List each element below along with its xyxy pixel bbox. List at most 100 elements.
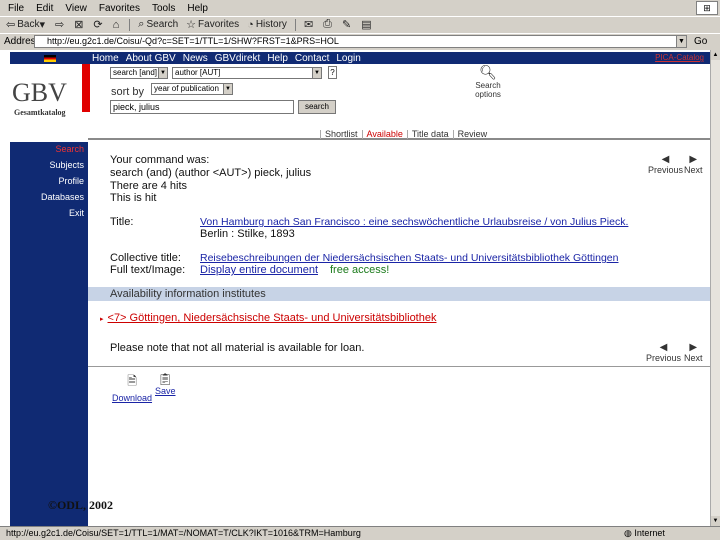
logo-red-bar — [82, 64, 90, 112]
pica-catalog-link[interactable]: PICA-Catalog — [655, 53, 704, 62]
edit-button[interactable]: ✎ — [342, 18, 353, 31]
menu-help[interactable]: Help — [187, 3, 208, 14]
go-button[interactable]: Go — [694, 36, 707, 47]
collective-title-label: Collective title: — [110, 252, 181, 264]
fulltext-label: Full text/Image: — [110, 264, 186, 276]
free-access-label: free access! — [330, 264, 390, 276]
triangle-right-icon: ▸ — [100, 316, 104, 323]
tab-review[interactable]: Review — [452, 130, 492, 139]
site-nav: Home About GBV News GBVdirekt Help Conta… — [92, 52, 368, 64]
download-button[interactable]: 🗎 Download — [112, 372, 152, 403]
browser-menubar: File Edit View Favorites Tools Help ⊞ — [0, 0, 720, 16]
display-document-link[interactable]: Display entire document — [200, 264, 318, 276]
next-button-top[interactable]: ▶ Next — [684, 154, 703, 175]
search-input[interactable]: pieck, julius — [110, 100, 294, 114]
stop-icon: ⊠ — [74, 19, 84, 31]
document-icon: 🗎 — [127, 374, 137, 388]
sidebar-item-profile[interactable]: Profile — [58, 176, 84, 186]
result-tabs: Shortlist Available Title data Review — [320, 130, 491, 139]
next-button-bottom[interactable]: ▶ Next — [684, 342, 703, 363]
title-label: Title: — [110, 216, 134, 228]
triangle-right-icon: ▶ — [689, 154, 698, 165]
collective-title-link[interactable]: Reisebeschreibungen der Niedersächsische… — [200, 252, 619, 264]
help-question-button[interactable]: ? — [328, 66, 337, 79]
command-text: search (and) (author <AUT>) pieck, juliu… — [110, 167, 312, 179]
menu-view[interactable]: View — [65, 3, 87, 14]
scroll-down-icon[interactable]: ▼ — [711, 516, 720, 526]
site-top-bar: Home About GBV News GBVdirekt Help Conta… — [10, 52, 710, 64]
tab-shortlist[interactable]: Shortlist — [320, 130, 362, 139]
tab-title-data[interactable]: Title data — [406, 130, 453, 139]
chevron-down-icon: ▾ — [39, 19, 45, 31]
scroll-up-icon[interactable]: ▲ — [711, 50, 720, 60]
stop-button[interactable]: ⊠ — [74, 18, 85, 31]
home-icon: ⌂ — [112, 18, 120, 31]
previous-button-top[interactable]: ◀ Previous — [648, 154, 683, 175]
nav-help[interactable]: Help — [267, 53, 288, 64]
imprint-text: Berlin : Stilke, 1893 — [200, 228, 295, 240]
search-operator-select[interactable]: search [and] ▼ — [110, 67, 168, 79]
german-flag-icon[interactable] — [44, 55, 56, 62]
search-submit-button[interactable]: search — [298, 100, 336, 114]
favorites-button[interactable]: ☆ Favorites — [186, 18, 239, 31]
sidebar-item-search[interactable]: Search — [55, 144, 84, 154]
sort-label: sort by — [111, 86, 145, 98]
previous-button-bottom[interactable]: ◀ Previous — [646, 342, 681, 363]
nav-gbvdirekt[interactable]: GBVdirekt — [215, 53, 261, 64]
search-button[interactable]: ⌕ Search — [138, 18, 178, 31]
triangle-left-icon: ◀ — [661, 154, 670, 165]
nav-login[interactable]: Login — [336, 53, 360, 64]
search-options-button[interactable]: 🔍︎ Search options — [472, 64, 504, 99]
sort-select[interactable]: year of publication ▼ — [151, 83, 233, 95]
globe-icon: ◍ — [624, 528, 632, 538]
toolbar-separator — [129, 18, 131, 31]
tab-available[interactable]: Available — [361, 130, 407, 139]
search-icon: ⌕ — [138, 18, 145, 30]
page-viewport: Home About GBV News GBVdirekt Help Conta… — [0, 50, 710, 526]
save-button[interactable]: 📋︎ Save — [155, 372, 176, 396]
title-link[interactable]: Von Hamburg nach San Francisco : eine se… — [200, 216, 628, 228]
refresh-icon: ⟳ — [93, 19, 103, 31]
toolbar-separator — [294, 18, 296, 31]
command-label: Your command was: — [110, 154, 210, 166]
magnifier-icon: 🔍︎ — [479, 64, 497, 80]
menu-file[interactable]: File — [8, 3, 24, 14]
search-field-select[interactable]: author [AUT] ▼ — [172, 67, 322, 79]
nav-about[interactable]: About GBV — [126, 53, 176, 64]
holding-link[interactable]: ▸ <7> Göttingen, Niedersächsische Staats-… — [100, 312, 436, 324]
home-button[interactable]: ⌂ — [113, 19, 122, 31]
address-input[interactable]: http://eu.g2c1.de/Coisu/-Qd?c=SET=1/TTL=… — [34, 35, 686, 48]
nav-home[interactable]: Home — [92, 53, 119, 64]
address-bar: Address http://eu.g2c1.de/Coisu/-Qd?c=SE… — [0, 33, 720, 49]
back-arrow-icon: ⇦ — [6, 19, 16, 31]
sidebar-item-exit[interactable]: Exit — [69, 208, 84, 218]
vertical-scrollbar[interactable]: ▲ ▼ — [710, 50, 720, 526]
forward-button[interactable]: ⇨ — [55, 18, 66, 31]
hit-count: There are 4 hits — [110, 180, 188, 192]
back-button[interactable]: ⇦ Back ▾ — [6, 18, 47, 31]
nav-contact[interactable]: Contact — [295, 53, 329, 64]
menu-edit[interactable]: Edit — [36, 3, 53, 14]
refresh-button[interactable]: ⟳ — [93, 18, 104, 31]
this-hit-label: This is hit — [110, 192, 157, 204]
content-divider — [88, 366, 710, 367]
sidebar-item-subjects[interactable]: Subjects — [49, 160, 84, 170]
triangle-left-icon: ◀ — [659, 342, 668, 353]
history-button[interactable]: ◔ History — [247, 19, 287, 31]
nav-news[interactable]: News — [183, 53, 208, 64]
windows-logo-icon: ⊞ — [696, 1, 718, 15]
address-dropdown-button[interactable]: ▼ — [676, 35, 687, 48]
logo-subtitle: Gesamtkatalog — [14, 108, 66, 117]
chevron-down-icon: ▼ — [678, 38, 685, 45]
menu-tools[interactable]: Tools — [152, 3, 175, 14]
mail-button[interactable]: ✉ — [304, 18, 315, 31]
printer-icon: ⎙ — [323, 18, 332, 30]
discuss-button[interactable]: ▤ — [361, 18, 373, 31]
sidebar-item-databases[interactable]: Databases — [41, 192, 84, 202]
menu-favorites[interactable]: Favorites — [99, 3, 140, 14]
print-button[interactable]: ⎙ — [323, 18, 334, 31]
status-bar: http://eu.g2c1.de/Coisu/SET=1/TTL=1/MAT=… — [0, 526, 720, 540]
internet-zone: ◍ Internet — [624, 528, 665, 538]
chevron-down-icon: ▼ — [223, 84, 232, 94]
copyright-text: ©ODL, 2002 — [48, 498, 113, 512]
